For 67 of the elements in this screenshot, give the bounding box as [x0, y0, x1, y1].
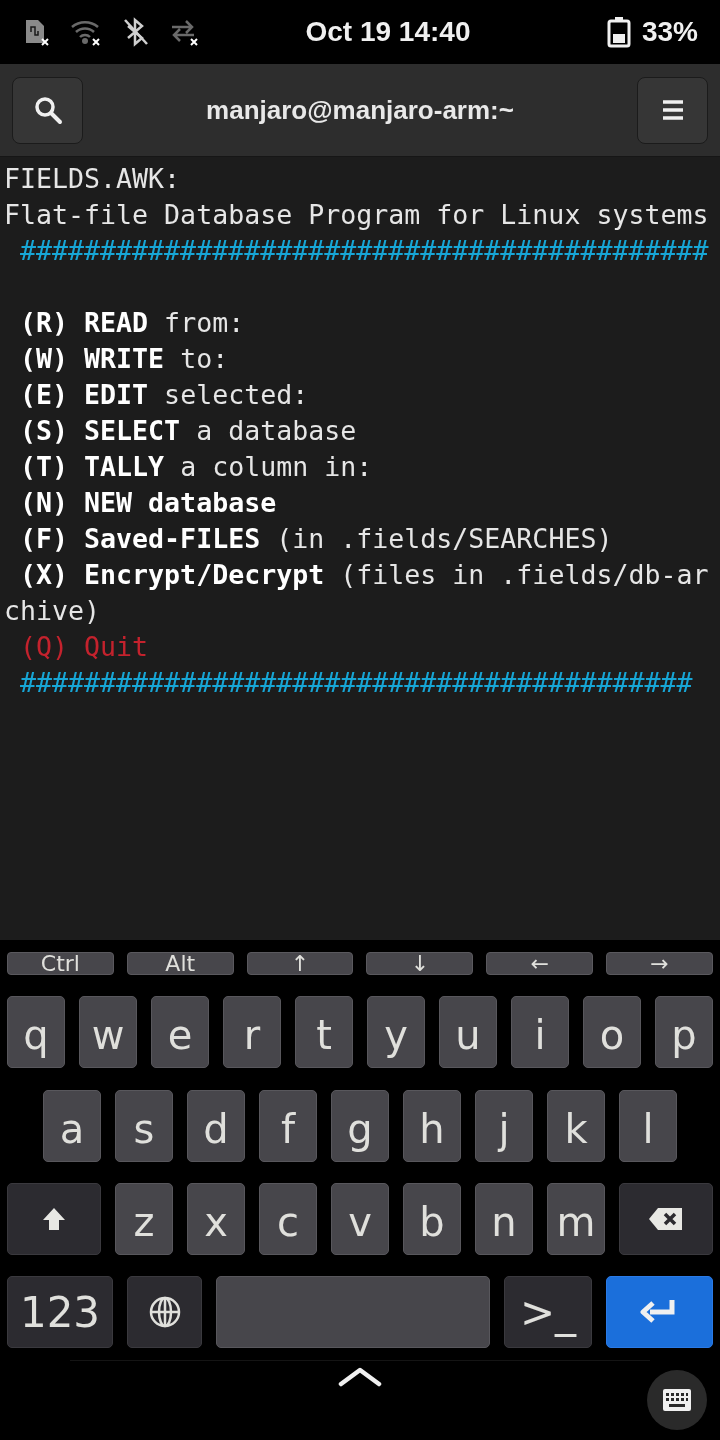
- menu-icon: [660, 99, 685, 121]
- letter-key[interactable]: o: [583, 996, 641, 1068]
- battery-percentage: 33%: [641, 15, 698, 49]
- letter-key[interactable]: p: [655, 996, 713, 1068]
- language-key[interactable]: [127, 1276, 202, 1348]
- shift-icon: [41, 1206, 67, 1232]
- terminal-line: (T) TALLY a column in:: [19, 451, 373, 482]
- letter-key[interactable]: t: [295, 996, 353, 1068]
- shift-key[interactable]: [7, 1183, 101, 1255]
- chevron-up-icon: [338, 1365, 382, 1387]
- terminal-line: (F) Saved-FILES (in .fields/SEARCHES): [19, 523, 613, 554]
- terminal-line: Flat-file Database Program for Linux systems: [4, 199, 709, 230]
- letter-key[interactable]: u: [439, 996, 497, 1068]
- enter-key[interactable]: [606, 1276, 713, 1348]
- letter-key[interactable]: y: [367, 996, 425, 1068]
- modifier-key[interactable]: ←: [486, 952, 594, 975]
- menu-button[interactable]: [637, 76, 708, 144]
- terminal-line: (X) Encrypt/Decrypt (files in .fields/db-ar: [19, 559, 709, 590]
- keyboard-toggle-button[interactable]: [647, 1370, 707, 1430]
- modifier-key[interactable]: ↓: [366, 952, 474, 975]
- letter-key[interactable]: x: [187, 1183, 245, 1255]
- letter-key[interactable]: r: [223, 996, 281, 1068]
- expand-button[interactable]: [338, 1365, 382, 1387]
- letter-key[interactable]: c: [259, 1183, 317, 1255]
- modifier-key[interactable]: Ctrl: [7, 952, 114, 975]
- terminal-line: (Q) Quit: [19, 631, 149, 662]
- search-button[interactable]: [12, 76, 83, 144]
- terminal-key[interactable]: >_: [504, 1276, 592, 1348]
- letter-key[interactable]: f: [259, 1090, 317, 1162]
- letter-key[interactable]: w: [79, 996, 137, 1068]
- letter-key[interactable]: d: [187, 1090, 245, 1162]
- terminal-line: (N) NEW database: [19, 487, 277, 518]
- date-time-text: Oct 19 14:40: [304, 15, 472, 49]
- backspace-icon: [648, 1206, 684, 1232]
- letter-key[interactable]: n: [475, 1183, 533, 1255]
- backspace-key[interactable]: [619, 1183, 713, 1255]
- battery-icon: [605, 16, 632, 48]
- letter-key[interactable]: b: [403, 1183, 461, 1255]
- letter-key[interactable]: k: [547, 1090, 605, 1162]
- divider-line: ##########################################: [19, 667, 693, 698]
- divider-line: ###########################################: [19, 235, 709, 266]
- letter-key[interactable]: h: [403, 1090, 461, 1162]
- letter-key[interactable]: j: [475, 1090, 533, 1162]
- letter-key[interactable]: l: [619, 1090, 677, 1162]
- modifier-key[interactable]: ↑: [246, 952, 354, 975]
- letter-key[interactable]: z: [115, 1183, 173, 1255]
- letter-key[interactable]: a: [43, 1090, 101, 1162]
- modifier-key[interactable]: Alt: [126, 952, 234, 975]
- letter-key[interactable]: m: [547, 1183, 605, 1255]
- letter-key[interactable]: i: [511, 996, 569, 1068]
- letter-key[interactable]: e: [151, 996, 209, 1068]
- terminal-line: (W) WRITE to:: [19, 343, 229, 374]
- terminal-line: FIELDS.AWK:: [4, 163, 181, 194]
- symbols-key[interactable]: 123: [7, 1276, 113, 1348]
- terminal-line: (R) READ from:: [19, 307, 245, 338]
- letter-key[interactable]: v: [331, 1183, 389, 1255]
- terminal-line: (S) SELECT a database: [19, 415, 357, 446]
- letter-key[interactable]: g: [331, 1090, 389, 1162]
- terminal-line: chive): [4, 595, 101, 626]
- letter-key[interactable]: q: [7, 996, 65, 1068]
- globe-icon: [147, 1295, 182, 1329]
- search-icon: [32, 95, 63, 125]
- window-title: manjaro@manjaro-arm:~: [206, 93, 514, 127]
- letter-key[interactable]: s: [115, 1090, 173, 1162]
- modifier-key[interactable]: →: [606, 952, 713, 975]
- terminal-line: (E) EDIT selected:: [19, 379, 309, 410]
- keyboard-icon: [662, 1388, 692, 1412]
